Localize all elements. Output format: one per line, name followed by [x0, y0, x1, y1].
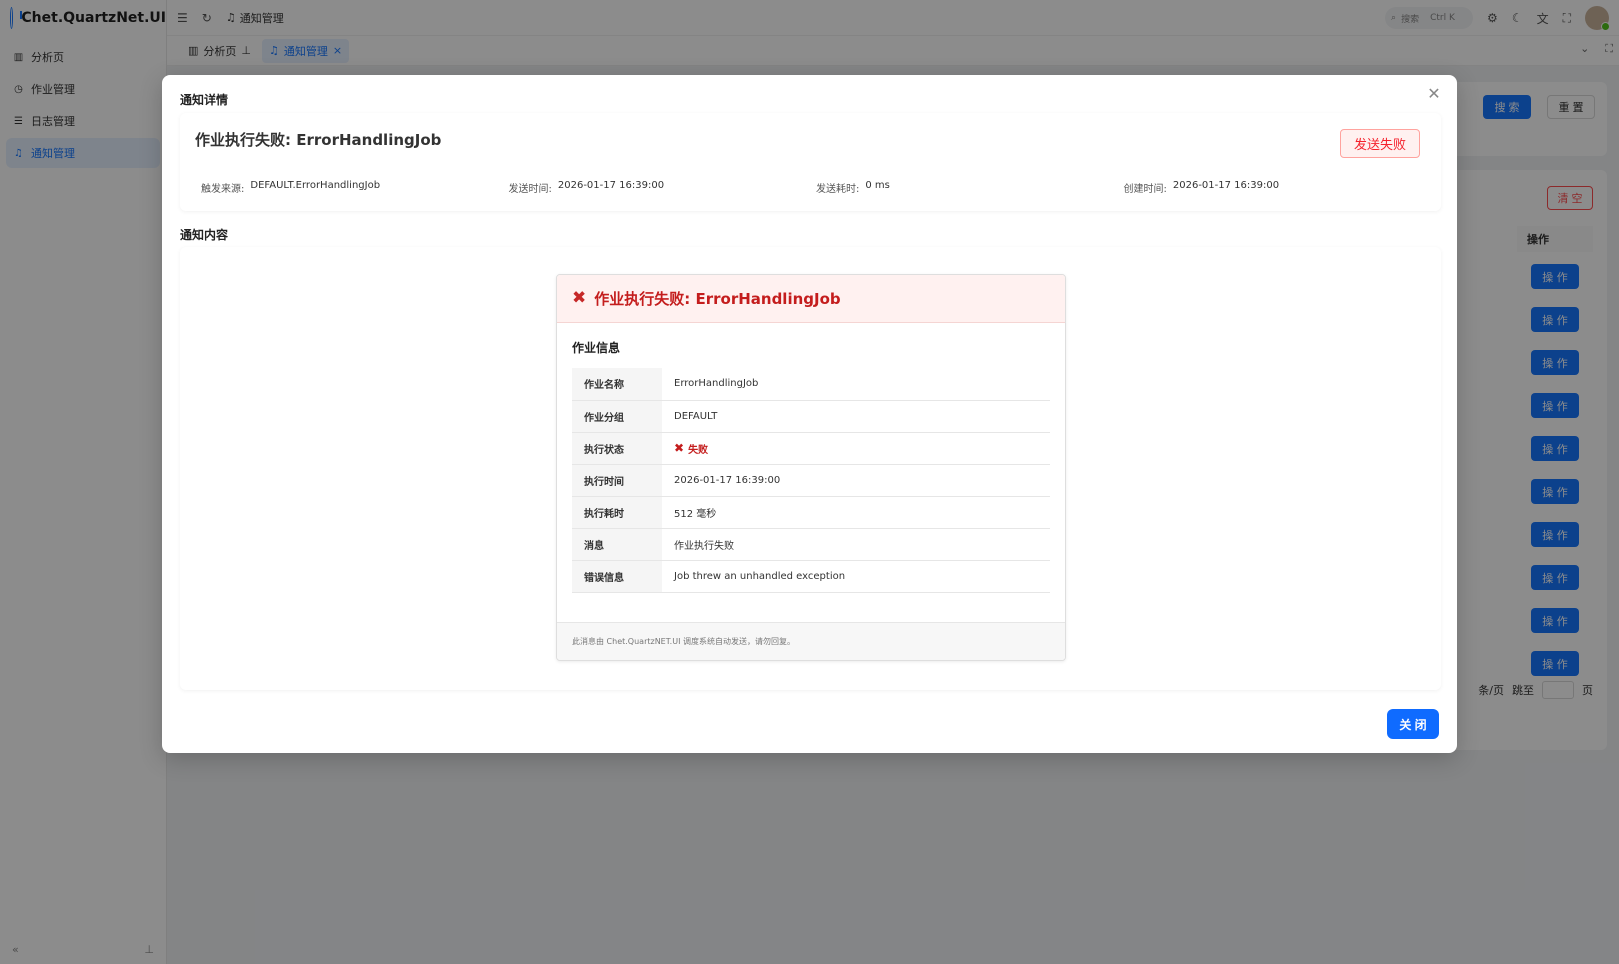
notification-info-card: 作业执行失败: ErrorHandlingJob 发送失败 触发来源: DEFA…: [180, 113, 1441, 211]
table-row: 作业分组 DEFAULT: [572, 400, 1050, 433]
row-value-status: ✖ 失败: [662, 432, 1050, 465]
row-key: 作业分组: [572, 400, 662, 433]
modal-title: 通知详情: [180, 93, 229, 107]
table-row: 消息 作业执行失败: [572, 528, 1050, 561]
row-value: DEFAULT: [662, 400, 1050, 433]
row-key: 错误信息: [572, 560, 662, 593]
content-section-label: 通知内容: [180, 228, 229, 242]
email-preview: ✖ 作业执行失败: ErrorHandlingJob 作业信息 作业名称 Err…: [556, 274, 1066, 661]
status-badge: 发送失败: [1340, 129, 1420, 158]
meta-created-time: 创建时间: 2026-01-17 16:39:00: [1124, 180, 1432, 195]
row-key: 执行时间: [572, 464, 662, 497]
row-key: 消息: [572, 528, 662, 561]
meta-send-time: 发送时间: 2026-01-17 16:39:00: [509, 180, 817, 195]
meta-label: 触发来源:: [201, 184, 245, 195]
meta-label: 发送时间:: [508, 184, 552, 195]
notification-detail-modal: ✕ 通知详情 作业执行失败: ErrorHandlingJob 发送失败 触发来…: [162, 75, 1457, 753]
cross-icon: ✖: [572, 288, 587, 308]
table-row: 执行状态 ✖ 失败: [572, 432, 1050, 465]
row-key: 执行耗时: [572, 496, 662, 529]
row-value: 作业执行失败: [662, 528, 1050, 561]
table-row: 错误信息 Job threw an unhandled exception: [572, 560, 1050, 593]
meta-send-duration: 发送耗时: 0 ms: [816, 180, 1124, 195]
row-value: 2026-01-17 16:39:00: [662, 464, 1050, 497]
meta-label: 创建时间:: [1123, 184, 1167, 195]
row-value-error: Job threw an unhandled exception: [662, 560, 1050, 593]
meta-label: 发送耗时:: [816, 184, 860, 195]
meta-trigger-source: 触发来源: DEFAULT.ErrorHandlingJob: [201, 180, 509, 195]
email-section-title: 作业信息: [572, 341, 621, 355]
meta-value: 2026-01-17 16:39:00: [557, 180, 665, 191]
email-header: ✖ 作业执行失败: ErrorHandlingJob: [557, 275, 1065, 323]
row-value: ErrorHandlingJob: [662, 368, 1050, 401]
close-button[interactable]: 关 闭: [1387, 709, 1439, 739]
email-title: 作业执行失败: ErrorHandlingJob: [594, 290, 841, 308]
notification-title: 作业执行失败: ErrorHandlingJob: [195, 131, 442, 149]
row-key: 执行状态: [572, 432, 662, 465]
status-fail: ✖ 失败: [674, 441, 1050, 456]
status-fail-label: 失败: [688, 444, 709, 456]
job-info-table: 作业名称 ErrorHandlingJob 作业分组 DEFAULT 执行状态 …: [572, 368, 1050, 593]
row-key: 作业名称: [572, 368, 662, 401]
notification-meta: 触发来源: DEFAULT.ErrorHandlingJob 发送时间: 202…: [201, 180, 1431, 195]
close-icon[interactable]: ✕: [1425, 85, 1443, 103]
row-value: 512 毫秒: [662, 496, 1050, 529]
email-footer: 此消息由 Chet.QuartzNET.UI 调度系统自动发送，请勿回复。: [557, 622, 1065, 660]
meta-value: 0 ms: [865, 180, 890, 191]
table-row: 作业名称 ErrorHandlingJob: [572, 368, 1050, 401]
notification-content-card: ✖ 作业执行失败: ErrorHandlingJob 作业信息 作业名称 Err…: [180, 247, 1441, 690]
table-row: 执行时间 2026-01-17 16:39:00: [572, 464, 1050, 497]
meta-value: DEFAULT.ErrorHandlingJob: [250, 180, 381, 191]
email-body: 作业信息 作业名称 ErrorHandlingJob 作业分组 DEFAULT …: [557, 323, 1065, 593]
meta-value: 2026-01-17 16:39:00: [1172, 180, 1280, 191]
cross-icon: ✖: [674, 441, 685, 455]
table-row: 执行耗时 512 毫秒: [572, 496, 1050, 529]
